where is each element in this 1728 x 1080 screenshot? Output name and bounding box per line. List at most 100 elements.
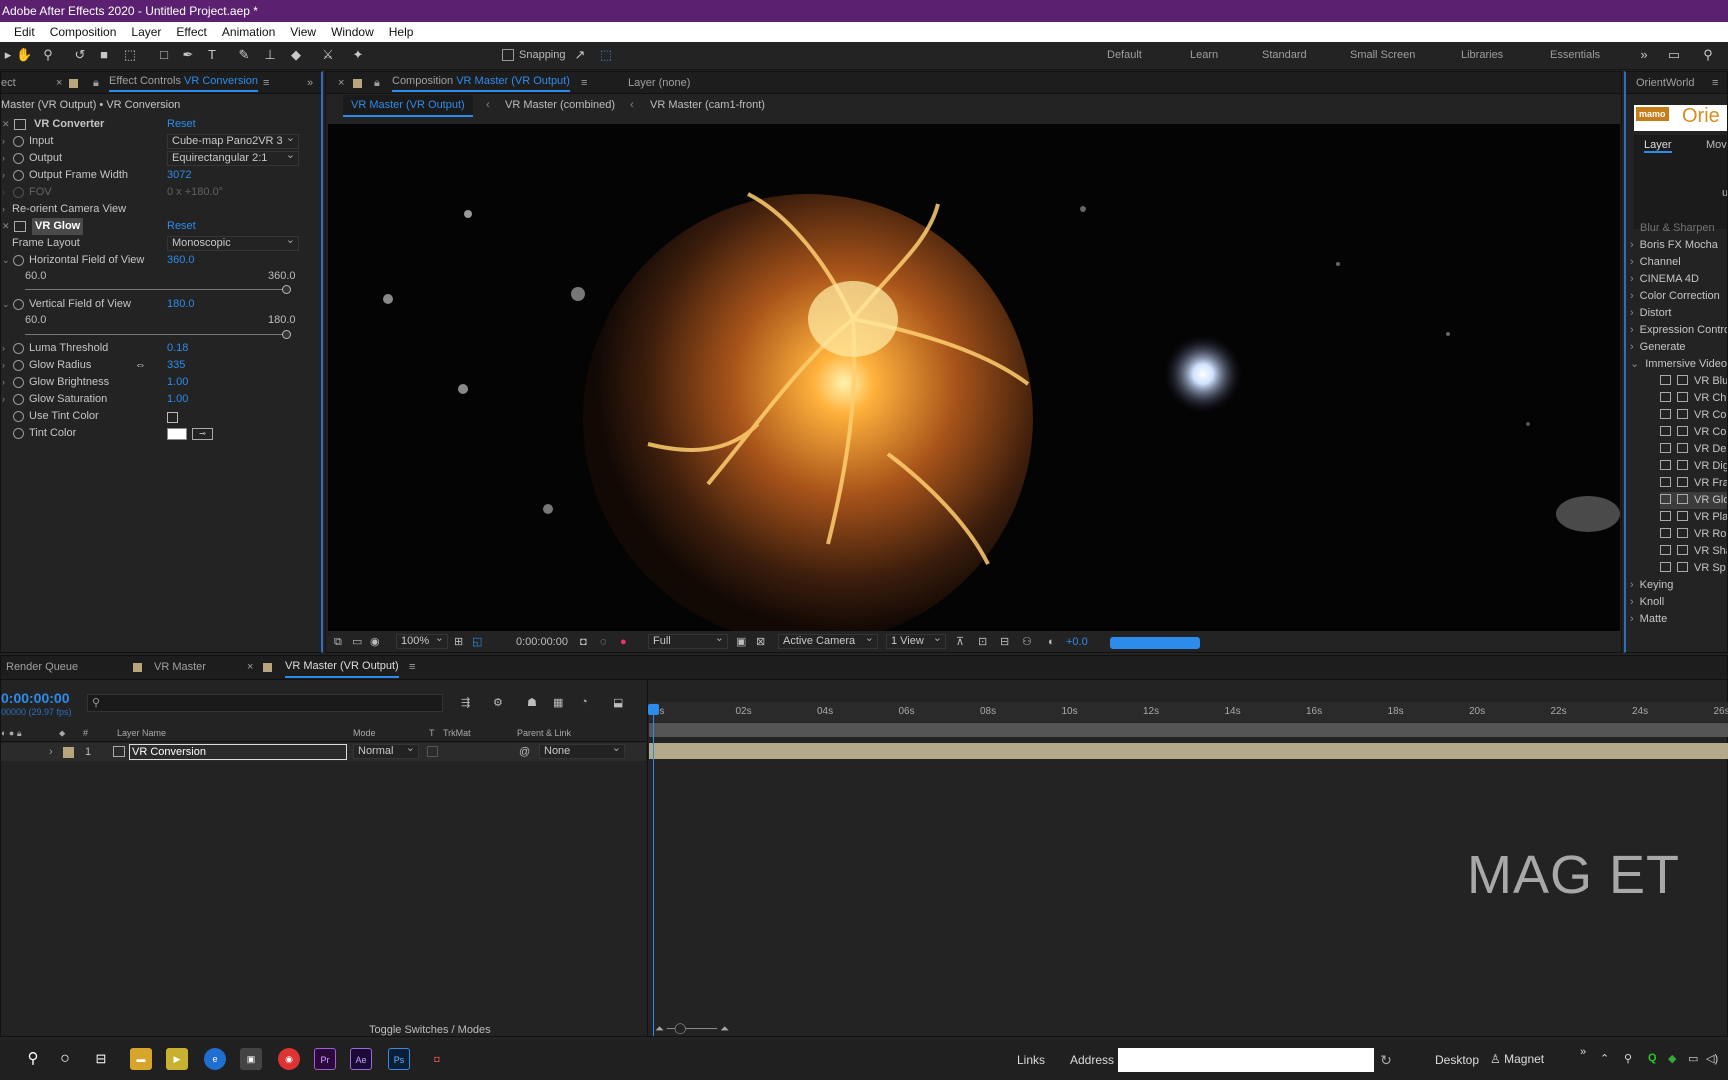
- expand-chevron-icon[interactable]: ›: [49, 743, 53, 761]
- layer-mode-dropdown[interactable]: Normal: [353, 742, 419, 759]
- stopwatch-icon[interactable]: [13, 428, 24, 439]
- stopwatch-icon[interactable]: [13, 394, 24, 405]
- workspace-essentials[interactable]: Essentials: [1550, 49, 1600, 61]
- stopwatch-icon[interactable]: [13, 411, 24, 422]
- orientworld-tab-move[interactable]: Mov: [1706, 139, 1727, 151]
- show-snapshot-icon[interactable]: ◌: [600, 632, 607, 652]
- workspace-small-screen[interactable]: Small Screen: [1350, 49, 1415, 61]
- search-icon[interactable]: ⚲: [22, 1048, 44, 1070]
- hfov-slider-track[interactable]: [25, 289, 287, 290]
- effect-category-after-0[interactable]: › Keying: [1630, 577, 1673, 594]
- reset-exposure-icon[interactable]: ◐: [1048, 632, 1055, 652]
- draft-3d-icon[interactable]: ⇶: [461, 696, 470, 709]
- close-icon[interactable]: ×: [56, 72, 62, 94]
- layer-label-swatch[interactable]: [63, 747, 74, 758]
- media-app-icon[interactable]: ▶: [166, 1048, 188, 1070]
- brush-tool-icon[interactable]: ✎: [236, 47, 252, 63]
- graph-editor-icon[interactable]: ⬓: [613, 696, 623, 709]
- luma-value[interactable]: 0.18: [167, 340, 188, 357]
- safe-zones-icon[interactable]: ⊞: [454, 632, 463, 652]
- vr-effect-10[interactable]: VR Sha: [1660, 543, 1727, 560]
- edge-icon[interactable]: e: [204, 1048, 226, 1070]
- output-dropdown[interactable]: Equirectangular 2:1: [167, 149, 299, 166]
- always-preview-icon[interactable]: ⧉: [334, 632, 342, 652]
- work-area-bar[interactable]: [649, 723, 1728, 737]
- eraser-tool-icon[interactable]: ◆: [288, 47, 304, 63]
- input-dropdown[interactable]: Cube-map Pano2VR 3: [167, 132, 299, 149]
- lock-icon[interactable]: 🔒︎: [93, 72, 99, 94]
- vr-effect-9[interactable]: VR Ro: [1660, 526, 1726, 543]
- premiere-icon[interactable]: Pr: [314, 1048, 336, 1070]
- tray-display-icon[interactable]: ▭: [1688, 1052, 1698, 1065]
- tray-app-icon[interactable]: Q: [1648, 1052, 1657, 1064]
- links-toolbar[interactable]: Links: [1017, 1053, 1045, 1067]
- rotate-tool-icon[interactable]: ↺: [72, 47, 88, 63]
- address-input[interactable]: [1118, 1048, 1374, 1072]
- layer-name-field[interactable]: VR Conversion: [129, 744, 347, 760]
- playhead-line[interactable]: [653, 706, 654, 1036]
- snap-target-icon[interactable]: ⬚: [598, 47, 614, 63]
- hfov-value[interactable]: 360.0: [167, 252, 195, 269]
- zoom-tool-icon[interactable]: ⚲: [40, 47, 56, 63]
- effect-category-0[interactable]: › Boris FX Mocha: [1630, 237, 1718, 254]
- output-width-value[interactable]: 3072: [167, 167, 191, 184]
- monitor-icon[interactable]: ▭: [352, 632, 362, 652]
- cortana-icon[interactable]: ○: [54, 1048, 76, 1070]
- stopwatch-icon[interactable]: [13, 170, 24, 181]
- hfov-slider-knob[interactable]: [282, 285, 291, 294]
- camera-dropdown[interactable]: Active Camera: [778, 632, 878, 649]
- vr-effect-4[interactable]: VR De: [1660, 441, 1726, 458]
- channel-icon[interactable]: ●: [620, 632, 627, 652]
- crumb-vr-output[interactable]: VR Master (VR Output): [343, 95, 473, 117]
- vr-effect-2[interactable]: VR Co: [1660, 407, 1726, 424]
- panel-menu-icon[interactable]: ≡: [409, 656, 415, 678]
- stopwatch-icon[interactable]: [13, 343, 24, 354]
- frame-layout-dropdown[interactable]: Monoscopic: [167, 234, 299, 251]
- workspace-libraries[interactable]: Libraries: [1461, 49, 1503, 61]
- photoshop-icon[interactable]: Ps: [388, 1048, 410, 1070]
- fx-vr-converter-reset[interactable]: Reset: [167, 116, 196, 133]
- menu-window[interactable]: Window: [331, 22, 374, 42]
- effect-category-2[interactable]: › CINEMA 4D: [1630, 271, 1699, 288]
- stopwatch-icon[interactable]: [13, 255, 24, 266]
- workspace-learn[interactable]: Learn: [1190, 49, 1218, 61]
- snap-options-icon[interactable]: ↗: [572, 47, 588, 63]
- effect-category-1[interactable]: › Channel: [1630, 254, 1681, 271]
- shy-icon[interactable]: ☗: [527, 696, 537, 709]
- menu-help[interactable]: Help: [389, 22, 414, 42]
- vfov-slider-knob[interactable]: [282, 330, 291, 339]
- prop-reorient[interactable]: › Re-orient Camera View: [1, 201, 304, 218]
- parent-dropdown[interactable]: None: [539, 742, 625, 759]
- current-time[interactable]: 0:00:00:00: [516, 632, 568, 652]
- crumb-combined[interactable]: VR Master (combined): [505, 95, 615, 115]
- mask-visibility-icon[interactable]: ◱: [472, 632, 482, 652]
- glow-brightness-value[interactable]: 1.00: [167, 374, 188, 391]
- orientworld-title[interactable]: OrientWorld: [1636, 77, 1694, 89]
- vr-effect-3[interactable]: VR Co: [1660, 424, 1726, 441]
- eyedropper-icon[interactable]: ⊸: [192, 428, 213, 440]
- layer-row[interactable]: › 1 VR Conversion Normal @ None: [1, 742, 646, 761]
- workspace-overflow-icon[interactable]: »: [1636, 47, 1652, 63]
- workspace-toggle-icon[interactable]: ▭: [1666, 47, 1682, 63]
- transparency-grid-icon[interactable]: ⊠: [756, 632, 765, 652]
- tab-effect-controls[interactable]: Effect Controls VR Conversion: [109, 72, 258, 92]
- menu-layer[interactable]: Layer: [131, 22, 161, 42]
- effect-category-7[interactable]: ⌄ Immersive Video: [1630, 356, 1727, 373]
- selection-tool-icon[interactable]: ▸: [0, 47, 16, 63]
- vr-effect-5[interactable]: VR Dig: [1660, 458, 1727, 475]
- pan-behind-tool-icon[interactable]: ⬚: [122, 47, 138, 63]
- after-effects-icon[interactable]: Ae: [350, 1048, 372, 1070]
- resolution-dropdown[interactable]: Full: [648, 632, 728, 649]
- vfov-slider-track[interactable]: [25, 334, 287, 335]
- preserve-transparency-checkbox[interactable]: [427, 746, 438, 757]
- menu-view[interactable]: View: [290, 22, 316, 42]
- frame-blending-icon[interactable]: ▦: [553, 696, 563, 709]
- chrome-icon[interactable]: ◉: [278, 1048, 300, 1070]
- workspace-standard[interactable]: Standard: [1262, 49, 1307, 61]
- tray-network-icon[interactable]: ⚲: [1624, 1052, 1632, 1065]
- workspace-default[interactable]: Default: [1107, 49, 1142, 61]
- snapshot-icon[interactable]: ◘: [580, 632, 587, 652]
- comp-flowchart-icon[interactable]: ⚙: [493, 696, 503, 709]
- playhead-handle[interactable]: [648, 704, 659, 715]
- store-icon[interactable]: ▣: [240, 1048, 262, 1070]
